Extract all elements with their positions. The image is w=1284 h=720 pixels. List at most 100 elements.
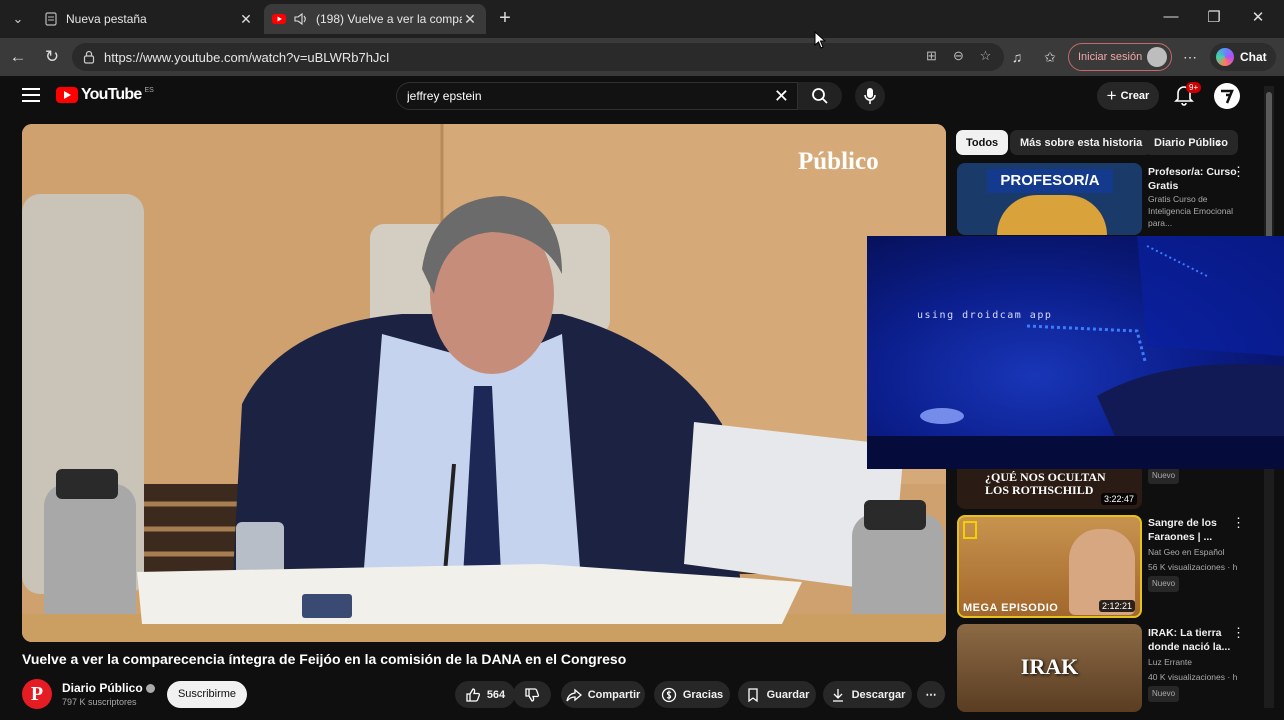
close-tab-icon[interactable]: ✕ [238,11,254,27]
youtube-play-icon [56,87,78,103]
rec-more-icon[interactable]: ⋮ [1232,164,1245,180]
rec-views: 40 K visualizaciones · h [1148,672,1238,682]
minimize-window-icon[interactable]: — [1156,8,1186,30]
search-button[interactable] [798,82,842,110]
create-button[interactable]: + Crear [1097,82,1159,110]
create-label: Crear [1120,90,1150,102]
new-tab-plus-icon[interactable]: + [494,8,516,30]
chat-label: Chat [1240,50,1267,64]
rec-thumbnail[interactable]: MEGA EPISODIO 2:12:21 [957,515,1142,618]
favorites-icon[interactable]: ✩ [1040,47,1060,67]
thumb-caption: ¿QUÉ NOS OCULTAN LOS ROTHSCHILD [985,470,1106,497]
zoom-icon[interactable]: ⊖ [950,47,967,64]
new-badge: Nuevo [1148,576,1180,592]
save-button[interactable]: Guardar [738,681,816,708]
tab-title: Nueva pestaña [66,12,147,26]
close-tab-icon[interactable]: ✕ [462,11,478,27]
rec-more-icon[interactable]: ⋮ [1232,515,1245,531]
search-input[interactable] [407,89,767,103]
tab-actions-menu-icon[interactable]: ⌄ [6,7,30,31]
video-title: Vuelve a ver la comparecencia íntegra de… [22,651,627,667]
chip-all[interactable]: Todos [956,130,1009,155]
mouse-cursor-icon [814,31,826,49]
channel-avatar[interactable]: P [22,679,52,709]
restore-window-icon[interactable]: ❐ [1199,8,1229,30]
chip-more-story[interactable]: Más sobre esta historia [1010,130,1153,155]
copilot-chat-button[interactable]: Chat [1210,43,1276,71]
clear-search-icon[interactable]: ✕ [774,87,789,105]
sign-in-label: Iniciar sesión [1078,51,1143,63]
youtube-logo[interactable]: YouTube ES [56,86,154,104]
chip-next-arrow-icon[interactable]: › [1216,134,1221,150]
download-icon [832,688,843,702]
filter-chip-bar: Todos Más sobre esta historia Diario Púb… [956,130,1238,156]
share-button[interactable]: Compartir [561,681,645,708]
close-window-icon[interactable]: ✕ [1243,8,1273,30]
menu-hamburger-icon[interactable] [22,88,40,102]
media-control-icon[interactable]: ♫ [1007,47,1027,67]
rec-meta: Nuevo [1148,684,1248,702]
sign-in-button[interactable]: Iniciar sesión [1068,43,1172,71]
like-button[interactable]: 564 [455,681,515,708]
share-label: Compartir [587,688,641,701]
video-player[interactable]: Público [22,124,946,642]
rec-title[interactable]: Sangre de los Faraones | ... [1148,516,1240,544]
webcam-scene-image [867,236,1284,469]
thumb-caption: PROFESOR/A [987,169,1113,193]
thanks-button[interactable]: Gracias [654,681,730,708]
subscribe-button[interactable]: Suscribirme [167,681,247,708]
back-arrow-icon[interactable]: ← [7,46,29,68]
natgeo-logo-icon [963,521,977,539]
rec-thumbnail[interactable]: PROFESOR/A [957,163,1142,235]
like-count: 564 [486,688,506,701]
overlay-caption: using droidcam app [917,310,1053,321]
rec-thumbnail[interactable]: IRAK [957,624,1142,712]
tab-new-tab[interactable]: Nueva pestaña ✕ [36,4,262,34]
video-duration: 2:12:21 [1098,600,1135,612]
video-frame-image [22,124,946,642]
thumbs-up-icon [466,687,480,702]
new-badge: Nuevo [1148,686,1180,702]
country-code: ES [144,86,154,94]
video-duration: 3:22:47 [1100,493,1137,505]
voice-search-button[interactable] [855,81,885,111]
scrollbar-thumb[interactable] [1266,92,1272,242]
account-logo-icon [1215,84,1239,108]
rec-thumbnail[interactable]: ¿QUÉ NOS OCULTAN LOS ROTHSCHILD 3:22:47 [957,469,1142,509]
account-avatar[interactable] [1214,83,1240,109]
rec-title[interactable]: Profesor/a: Curso Gratis [1148,165,1240,193]
rec-channel[interactable]: Nat Geo en Español [1148,546,1248,558]
new-badge: Nuevo [1148,468,1180,484]
url-text[interactable]: https://www.youtube.com/watch?v=uBLWRb7h… [104,50,390,65]
chip-diario-publico[interactable]: Diario Público [1144,130,1238,155]
address-bar[interactable]: https://www.youtube.com/watch?v=uBLWRb7h… [72,43,1004,71]
more-options-icon[interactable]: ⋯ [1180,47,1200,67]
browser-toolbar: ← ↻ https://www.youtube.com/watch?v=uBLW… [0,38,1284,76]
site-info-icon[interactable] [82,50,96,64]
thanks-label: Gracias [682,688,724,701]
copilot-logo-icon [1216,48,1234,66]
rec-more-icon[interactable]: ⋮ [1232,625,1245,641]
reload-icon[interactable]: ↻ [41,46,63,68]
more-dots-icon: ⋯ [925,689,937,701]
favorite-star-icon[interactable]: ☆ [977,47,994,64]
thumbs-down-icon [525,687,540,702]
search-box[interactable]: ✕ [396,82,798,110]
rec-title[interactable]: IRAK: La tierra donde nació la... [1148,626,1240,654]
rec-views: 56 K visualizaciones · h [1148,562,1238,572]
channel-name[interactable]: Diario Público [62,681,143,695]
dislike-button[interactable] [513,681,551,708]
webcam-overlay: using droidcam app [867,236,1284,469]
save-label: Guardar [766,688,810,701]
notification-count-badge: 9+ [1186,82,1202,93]
apps-icon[interactable]: ⊞ [923,47,940,64]
share-arrow-icon [566,688,582,701]
more-actions-button[interactable]: ⋯ [917,681,945,708]
rec-channel[interactable]: Luz Errante [1148,656,1248,668]
tab-youtube-video[interactable]: (198) Vuelve a ver la comparecencia ínte… [264,4,486,34]
speaker-icon[interactable] [294,12,308,26]
channel-name-row[interactable]: Diario Público [62,681,155,695]
plus-icon: + [1106,86,1117,105]
download-button[interactable]: Descargar [823,681,912,708]
download-label: Descargar [851,688,906,701]
